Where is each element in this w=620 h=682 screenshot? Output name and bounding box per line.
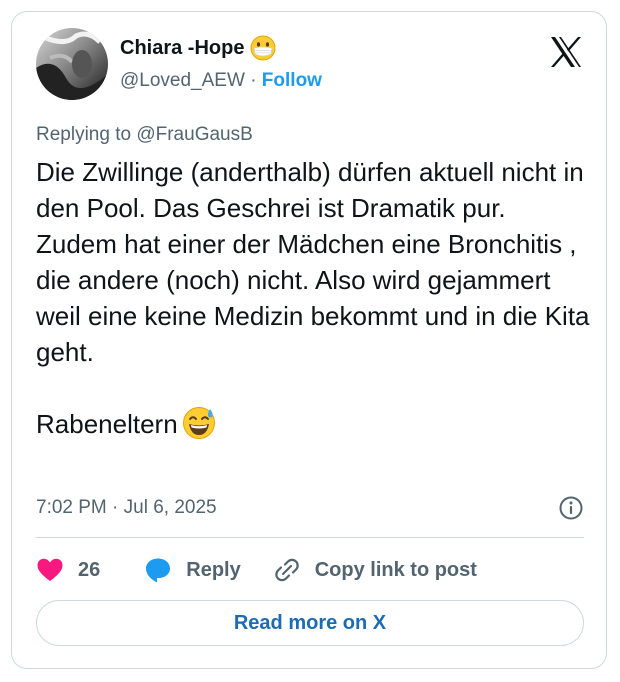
replying-to-label[interactable]: Replying to @FrauGausB — [36, 124, 253, 146]
face-with-medical-mask-icon — [250, 35, 276, 61]
grinning-face-with-sweat-icon — [182, 406, 216, 440]
x-logo-icon[interactable] — [548, 34, 584, 70]
link-icon — [274, 558, 299, 582]
timestamp[interactable]: 7:02 PM · Jul 6, 2025 — [36, 497, 217, 519]
copy-link-button[interactable]: Copy link to post — [273, 556, 477, 584]
like-count: 26 — [78, 558, 101, 581]
tweet-card: Chiara -Hope @Loved_AEW · Follow Replyin… — [11, 11, 607, 669]
display-name-row: Chiara -Hope — [120, 34, 322, 62]
like-button[interactable]: 26 — [36, 557, 100, 583]
avatar-image — [36, 28, 108, 100]
follow-button[interactable]: Follow — [262, 70, 322, 91]
info-icon[interactable] — [558, 495, 584, 521]
read-more-button[interactable]: Read more on X — [36, 600, 584, 646]
user-block: Chiara -Hope @Loved_AEW · Follow — [120, 34, 322, 96]
avatar[interactable] — [36, 28, 108, 100]
copy-link-label: Copy link to post — [314, 558, 477, 581]
tweet-paragraph: Die Zwillinge (anderthalb) dürfen aktuel… — [36, 157, 590, 367]
reply-button[interactable]: Reply — [144, 556, 241, 584]
tweet-closing-text: Rabeneltern — [36, 409, 178, 439]
tweet-text: Die Zwillinge (anderthalb) dürfen aktuel… — [36, 154, 591, 442]
tweet-paragraph-closing: Rabeneltern — [36, 406, 591, 442]
handle[interactable]: @Loved_AEW — [120, 70, 245, 91]
display-name[interactable]: Chiara -Hope — [120, 34, 244, 62]
speech-bubble-icon — [146, 558, 171, 583]
action-bar: 26 Reply Copy link to post — [36, 550, 477, 590]
timestamp-row: 7:02 PM · Jul 6, 2025 — [36, 492, 584, 524]
handle-row: @Loved_AEW · Follow — [120, 66, 322, 96]
handle-separator: · — [250, 70, 257, 91]
divider — [36, 537, 584, 538]
reply-label: Reply — [186, 558, 241, 581]
heart-icon — [37, 558, 63, 581]
